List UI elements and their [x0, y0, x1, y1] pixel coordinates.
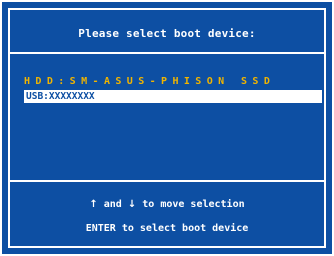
boot-device-list: HDD:SM-ASUS-PHISON SSD USB:XXXXXXXX — [24, 75, 326, 103]
up-arrow-icon: ↑ — [89, 199, 98, 210]
boot-device-hdd[interactable]: HDD:SM-ASUS-PHISON SSD — [24, 75, 326, 89]
boot-device-usb[interactable]: USB:XXXXXXXX — [24, 90, 322, 103]
title-divider — [10, 52, 324, 54]
help-navigation: ↑ and ↓ to move selection — [10, 199, 324, 210]
bios-boot-screen: Please select boot device: HDD:SM-ASUS-P… — [0, 0, 334, 256]
help-and-text: and — [97, 199, 128, 210]
boot-menu-frame: Please select boot device: HDD:SM-ASUS-P… — [8, 8, 326, 248]
dialog-title: Please select boot device: — [78, 27, 256, 40]
help-move-text: to move selection — [136, 199, 245, 210]
help-divider — [10, 180, 324, 182]
boot-menu-dialog: Please select boot device: HDD:SM-ASUS-P… — [2, 2, 332, 254]
down-arrow-icon: ↓ — [127, 199, 137, 210]
help-enter: ENTER to select boot device — [85, 223, 249, 234]
